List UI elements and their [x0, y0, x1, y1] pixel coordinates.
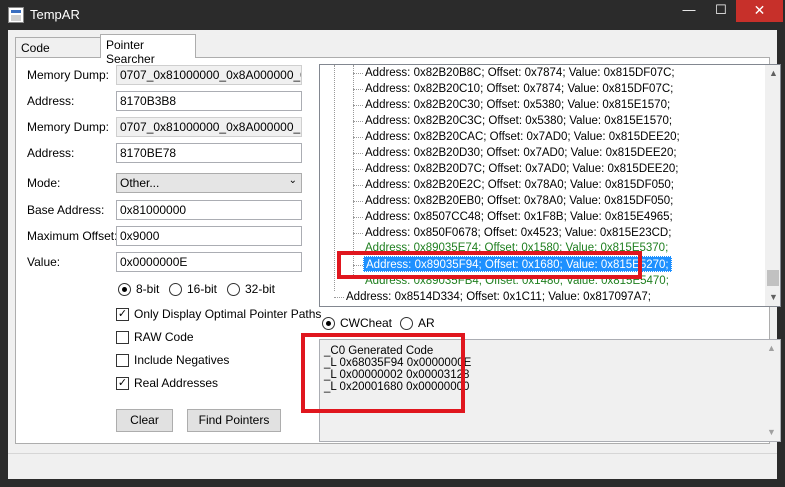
scroll-up-icon[interactable]: ▲: [763, 340, 780, 357]
tree-row[interactable]: Address: 0x82B20C3C; Offset: 0x5380; Val…: [365, 113, 672, 129]
chevron-down-icon: ⌄: [288, 175, 297, 186]
title-bar[interactable]: TempAR — ☐ ✕: [0, 0, 785, 30]
radio-16-bit[interactable]: [169, 283, 182, 296]
optimal-paths-label: Only Display Optimal Pointer Paths: [134, 307, 322, 321]
radio-32-bit[interactable]: [227, 283, 240, 296]
real-addresses-checkbox[interactable]: ✓: [116, 377, 129, 390]
max-offset-input[interactable]: 0x9000: [116, 226, 302, 246]
memory-dump-2-label: Memory Dump:: [27, 120, 110, 134]
include-negatives-label: Include Negatives: [134, 353, 230, 367]
radio-16-bit-label: 16-bit: [187, 282, 218, 296]
radio-8-bit-label: 8-bit: [136, 282, 160, 296]
real-addresses-label: Real Addresses: [134, 376, 219, 390]
memory-dump-2-field[interactable]: 0707_0x81000000_0x8A000000_1.bin: [116, 117, 302, 137]
radio-ar-label: AR: [418, 316, 435, 330]
tree-row[interactable]: Address: 0x850F0678; Offset: 0x4523; Val…: [365, 225, 671, 241]
radio-cwcheat-label: CWCheat: [340, 316, 393, 330]
tree-row[interactable]: Address: 0x82B20D30; Offset: 0x7AD0; Val…: [365, 145, 677, 161]
radio-32-bit-label: 32-bit: [245, 282, 276, 296]
tree-row[interactable]: Address: 0x82B20C10; Offset: 0x7874; Val…: [365, 81, 673, 97]
scroll-up-icon[interactable]: ▲: [765, 65, 780, 82]
tree-guide-child: [353, 65, 354, 275]
base-address-input[interactable]: 0x81000000: [116, 200, 302, 220]
app-icon: [8, 7, 24, 23]
mode-select[interactable]: Other... ⌄: [116, 173, 302, 193]
window-title: TempAR: [30, 7, 80, 22]
code-scrollbar[interactable]: ▲ ▼: [763, 340, 780, 441]
tree-row[interactable]: Address: 0x82B20E2C; Offset: 0x78A0; Val…: [365, 177, 674, 193]
status-bar: [8, 453, 777, 479]
close-button[interactable]: ✕: [736, 0, 783, 22]
include-negatives-checkbox[interactable]: [116, 354, 129, 367]
raw-code-label: RAW Code: [134, 330, 194, 344]
mode-label: Mode:: [27, 176, 61, 190]
clear-button[interactable]: Clear: [116, 409, 173, 432]
tree-row[interactable]: Address: 0x82B20B8C; Offset: 0x7874; Val…: [365, 65, 675, 81]
address-1-label: Address:: [27, 94, 75, 108]
value-label: Value:: [27, 255, 61, 269]
value-input[interactable]: 0x0000000E: [116, 252, 302, 272]
optimal-paths-checkbox[interactable]: ✓: [116, 308, 129, 321]
mode-select-value: Other...: [120, 176, 160, 190]
tree-row[interactable]: Address: 0x82B20EB0; Offset: 0x78A0; Val…: [365, 193, 673, 209]
find-pointers-button[interactable]: Find Pointers: [187, 409, 281, 432]
app-window: TempAR — ☐ ✕ Code Converter Pointer Sear…: [0, 0, 785, 487]
tree-guide-root: [334, 65, 335, 291]
raw-code-checkbox[interactable]: [116, 331, 129, 344]
tree-row-root[interactable]: Address: 0x8514D334; Offset: 0x1C11; Val…: [346, 289, 651, 305]
address-2-label: Address:: [27, 146, 75, 160]
highlight-generated-code: [301, 333, 465, 413]
memory-dump-1-label: Memory Dump:: [27, 68, 110, 82]
scroll-thumb[interactable]: [767, 270, 779, 286]
tab-pointer-searcher[interactable]: Pointer Searcher: [100, 34, 196, 66]
scroll-down-icon[interactable]: ▼: [765, 289, 780, 306]
tree-scrollbar[interactable]: ▲ ▼: [765, 65, 780, 306]
maximize-button[interactable]: ☐: [706, 0, 736, 22]
address-1-input[interactable]: 8170B3B8: [116, 91, 302, 111]
tree-row[interactable]: Address: 0x82B20D7C; Offset: 0x7AD0; Val…: [365, 161, 678, 177]
radio-8-bit[interactable]: [118, 283, 131, 296]
radio-ar[interactable]: [400, 317, 413, 330]
radio-cwcheat[interactable]: [322, 317, 335, 330]
tree-row[interactable]: Address: 0x82B20C30; Offset: 0x5380; Val…: [365, 97, 670, 113]
memory-dump-1-field[interactable]: 0707_0x81000000_0x8A000000_0.bin: [116, 65, 302, 85]
base-address-label: Base Address:: [27, 203, 105, 217]
scroll-down-icon[interactable]: ▼: [763, 424, 780, 441]
max-offset-label: Maximum Offset:: [27, 229, 118, 243]
tree-row[interactable]: Address: 0x8507CC48; Offset: 0x1F8B; Val…: [365, 209, 673, 225]
highlight-selected-row: [337, 251, 642, 279]
tree-row[interactable]: Address: 0x82B20CAC; Offset: 0x7AD0; Val…: [365, 129, 680, 145]
tab-code-converter[interactable]: Code Converter: [15, 37, 102, 69]
address-2-input[interactable]: 8170BE78: [116, 143, 302, 163]
minimize-button[interactable]: —: [672, 0, 706, 22]
